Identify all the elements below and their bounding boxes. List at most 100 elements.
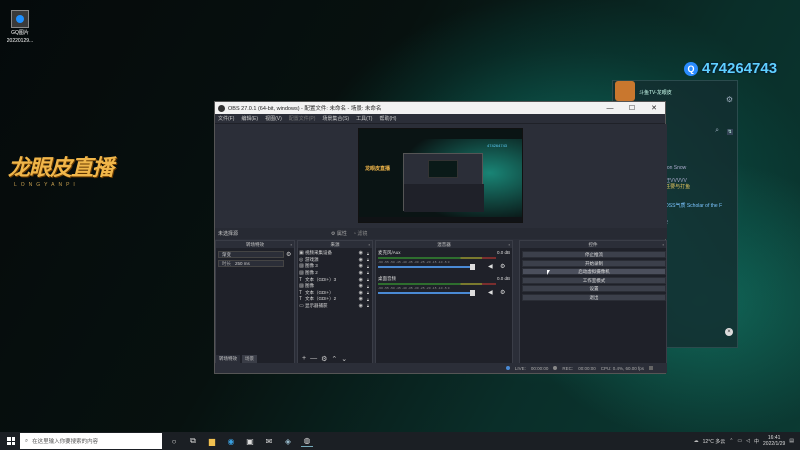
lock-icon[interactable]: 🔒︎ <box>367 290 369 295</box>
maximize-icon[interactable]: ☐ <box>621 102 643 114</box>
control-button[interactable]: 开始录制 <box>522 259 666 267</box>
move-down-icon[interactable]: ⌄ <box>341 355 347 363</box>
control-button[interactable]: 启动虚拟摄像机 <box>522 268 666 276</box>
taskbar-search-input[interactable]: ⌕ 在这里输入你要搜索的内容 <box>20 433 162 449</box>
properties-button[interactable]: ⚙ 属性 <box>331 230 347 237</box>
chevron-up-icon[interactable]: ⌃ <box>729 438 733 444</box>
lock-icon[interactable]: 🔒︎ <box>367 303 369 308</box>
lock-icon[interactable]: 🔒︎ <box>367 264 369 269</box>
transition-select[interactable]: 渐变 <box>218 251 284 258</box>
mail-icon[interactable]: ✉ <box>263 435 275 447</box>
control-button[interactable]: 停止推流 <box>522 251 666 258</box>
eye-icon[interactable]: ◉ <box>359 283 363 289</box>
dock-close-icon[interactable]: ▪ <box>291 241 292 248</box>
notification-icon[interactable]: ▤ <box>789 438 794 444</box>
dock-close-icon[interactable]: ▪ <box>663 241 664 248</box>
close-icon[interactable]: × <box>725 328 733 336</box>
close-icon[interactable]: ✕ <box>643 102 665 114</box>
weather-text[interactable]: 12°C 多云 <box>703 438 726 445</box>
control-button[interactable]: 工作室模式 <box>522 276 666 284</box>
volume-slider[interactable] <box>378 266 472 268</box>
start-button[interactable] <box>4 432 18 450</box>
control-button[interactable]: 设置 <box>522 285 666 293</box>
volume-slider-handle[interactable] <box>470 290 475 296</box>
source-item[interactable]: T 文本（GDI+）3 ◉ 🔒︎ <box>299 276 371 283</box>
source-item[interactable]: ▣ 视频采集设备 ◉ 🔒︎ <box>299 250 371 256</box>
tab-scenes[interactable]: 场景 <box>242 355 257 363</box>
obs-window-title: OBS 27.0.1 (64-bit, windows) - 配置文件: 未命名… <box>228 106 382 112</box>
live-time: 00:00:00 <box>530 365 549 371</box>
source-item[interactable]: ▨ 图像 3 ◉ 🔒︎ <box>299 263 371 269</box>
file-explorer-icon[interactable]: ▆ <box>206 435 218 447</box>
lock-icon[interactable]: 🔒︎ <box>367 277 369 282</box>
speaker-icon[interactable]: ◀ <box>488 289 493 296</box>
meter-ticks: -60 -55 -50 -45 -40 -35 -30 -25 -20 -15 … <box>378 286 450 290</box>
gear-icon[interactable]: ⚙ <box>321 355 327 363</box>
taskbar-clock[interactable]: 16:41 2022/1/29 <box>763 435 785 447</box>
edge-browser-icon[interactable]: ◉ <box>225 435 237 447</box>
eye-icon[interactable]: ◉ <box>359 270 363 276</box>
steam-icon[interactable]: ◈ <box>282 435 294 447</box>
dock-close-icon[interactable]: ▪ <box>369 241 370 248</box>
volume-slider[interactable] <box>378 292 472 294</box>
menu-item[interactable]: 帮助(H) <box>379 115 396 122</box>
lock-icon[interactable]: 🔒︎ <box>367 257 369 262</box>
source-name: 图像 3 <box>305 263 318 269</box>
menu-item[interactable]: 配置文件(P) <box>289 115 316 122</box>
source-item[interactable]: ▨ 图像 2 ◉ 🔒︎ <box>299 270 371 276</box>
logo-sub-text: LONGYANPI <box>14 182 79 188</box>
eye-icon[interactable]: ◉ <box>359 277 363 283</box>
source-item[interactable]: T 文本（GDI+） ◉ 🔒︎ <box>299 290 371 296</box>
gear-icon[interactable]: ⚙ <box>500 263 505 270</box>
source-item[interactable]: T 文本（GDI+）2 ◉ 🔒︎ <box>299 296 371 302</box>
transition-duration-field[interactable]: 时长 250 ms <box>218 260 284 267</box>
eye-icon[interactable]: ◉ <box>359 257 363 263</box>
eye-icon[interactable]: ◉ <box>359 296 363 302</box>
task-view-icon[interactable]: ⧉ <box>187 435 199 447</box>
menu-item[interactable]: 场景集合(S) <box>322 115 349 122</box>
menu-item[interactable]: 视图(V) <box>265 115 282 122</box>
cortana-icon[interactable]: ○ <box>168 435 180 447</box>
remove-source-button[interactable]: — <box>310 355 317 362</box>
lock-icon[interactable]: 🔒︎ <box>367 284 369 289</box>
volume-icon[interactable]: ◁ <box>746 438 750 444</box>
gear-icon[interactable]: ⚙ <box>286 251 291 258</box>
desktop-icon-qq-image[interactable]: GQ图片 20220129... <box>2 10 38 44</box>
tab-transitions[interactable]: 转场特效 <box>216 355 240 363</box>
lock-icon[interactable]: 🔒︎ <box>367 251 369 256</box>
source-name: 游戏源 <box>305 256 319 262</box>
menu-item[interactable]: 编辑(E) <box>241 115 258 122</box>
eye-icon[interactable]: ◉ <box>359 303 363 309</box>
speaker-icon[interactable]: ◀ <box>488 263 493 270</box>
menu-item[interactable]: 文件(F) <box>218 115 234 122</box>
eye-icon[interactable]: ◉ <box>359 250 363 256</box>
status-square-icon <box>649 366 653 370</box>
obs-taskbar-icon[interactable]: ◍ <box>301 435 313 447</box>
minimize-icon[interactable]: — <box>599 102 621 114</box>
store-icon[interactable]: ▣ <box>244 435 256 447</box>
source-item[interactable]: ◎ 游戏源 ◉ 🔒︎ <box>299 257 371 263</box>
source-item[interactable]: ▨ 图像 ◉ 🔒︎ <box>299 283 371 289</box>
lock-icon[interactable]: 🔒︎ <box>367 297 369 302</box>
source-item[interactable]: ▭ 显示器捕获 ◉ 🔒︎ <box>299 303 371 309</box>
volume-slider-handle[interactable] <box>470 264 475 270</box>
dock-close-icon[interactable]: ▪ <box>509 241 510 248</box>
stream-preview[interactable]: 龙眼皮直播 474264743 <box>358 128 523 223</box>
add-source-button[interactable]: + <box>302 355 306 362</box>
mixer-track: 麦克风/Aux 0.0 dB -60 -55 -50 -45 -40 -35 -30… <box>378 250 512 270</box>
control-button[interactable]: 退出 <box>522 294 666 301</box>
mouse-cursor-icon <box>547 270 550 275</box>
move-up-icon[interactable]: ⌃ <box>331 355 337 363</box>
search-placeholder: 在这里输入你要搜索的内容 <box>32 439 99 445</box>
eye-icon[interactable]: ◉ <box>359 263 363 269</box>
gear-icon[interactable]: ⚙ <box>500 289 505 296</box>
gear-icon[interactable]: ⚙ <box>726 95 733 104</box>
search-icon[interactable]: ⌕ <box>715 127 719 135</box>
desktop-icon-label: GQ图片 <box>11 30 29 36</box>
eye-icon[interactable]: ◉ <box>359 290 363 296</box>
menu-item[interactable]: 工具(T) <box>356 115 372 122</box>
lock-icon[interactable]: 🔒︎ <box>367 270 369 275</box>
filters-button[interactable]: ◔ 滤镜 <box>353 230 367 237</box>
network-icon[interactable]: ▭ <box>737 438 742 444</box>
input-method-icon[interactable]: 中 <box>754 438 759 445</box>
